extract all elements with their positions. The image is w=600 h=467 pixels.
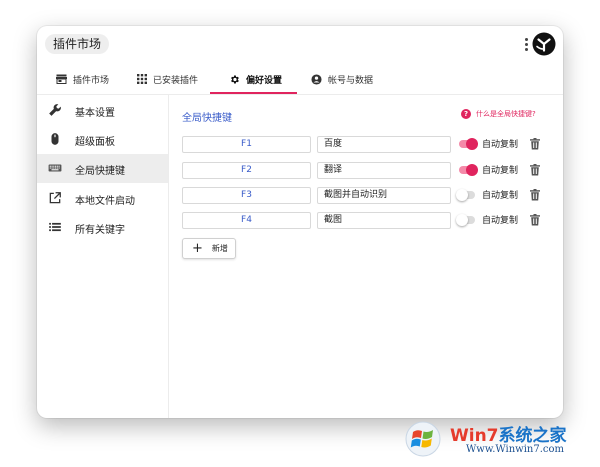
delete-icon[interactable]	[530, 138, 540, 150]
mouse-icon	[51, 133, 59, 145]
open-external-icon	[49, 192, 61, 204]
help-link-label: 什么是全局快捷键?	[476, 110, 536, 118]
more-menu-icon[interactable]	[523, 36, 529, 54]
shortcut-keyword-field[interactable]: 截图	[317, 212, 451, 229]
keyboard-icon	[48, 164, 62, 172]
sidebar-item-label: 全局快捷键	[75, 166, 125, 177]
watermark-url: Www.Winwin7.com	[466, 444, 564, 455]
sidebar-item-label: 超级面板	[75, 137, 115, 148]
shortcut-row: F3 截图并自动识别 自动复制	[182, 187, 542, 204]
sidebar-item-local-file-launch[interactable]: 本地文件启动	[37, 184, 168, 213]
tab-plugin-market[interactable]: 插件市场	[56, 64, 109, 94]
wrench-icon	[49, 104, 61, 116]
shortcut-keyword-field[interactable]: 翻译	[317, 162, 451, 179]
list-icon	[49, 222, 61, 232]
tab-label: 帐号与数据	[328, 75, 374, 86]
app-logo-icon[interactable]	[532, 32, 556, 56]
sidebar-item-label: 本地文件启动	[75, 196, 135, 207]
shortcut-row: F2 翻译 自动复制	[182, 162, 542, 179]
delete-icon[interactable]	[530, 164, 540, 176]
active-tab-indicator	[210, 92, 297, 94]
section-title: 全局快捷键	[182, 113, 232, 124]
shortcut-key-field[interactable]: F1	[182, 136, 311, 153]
auto-copy-toggle[interactable]	[456, 214, 475, 226]
gear-icon	[231, 74, 239, 84]
shortcut-row: F1 百度 自动复制	[182, 136, 542, 153]
shortcut-keyword-field[interactable]: 百度	[317, 136, 451, 153]
sidebar-item-label: 基本设置	[75, 108, 115, 119]
help-link[interactable]: ? 什么是全局快捷键?	[461, 109, 536, 119]
sidebar: 基本设置 超级面板 全局快捷键 本地文件启动 所有关键字	[37, 95, 169, 418]
plus-icon: +	[192, 241, 203, 256]
sidebar-item-label: 所有关键字	[75, 225, 125, 236]
auto-copy-toggle[interactable]	[459, 164, 478, 176]
auto-copy-toggle[interactable]	[456, 189, 475, 201]
tab-preferences[interactable]: 偏好设置	[229, 64, 282, 94]
watermark-brand-prefix: Win7	[450, 426, 499, 446]
sidebar-item-super-panel[interactable]: 超级面板	[37, 125, 168, 154]
auto-copy-toggle[interactable]	[459, 138, 478, 150]
sidebar-item-basic-settings[interactable]: 基本设置	[37, 96, 168, 125]
tab-installed-plugins[interactable]: 已安装插件	[137, 64, 198, 94]
app-title: 插件市场	[45, 34, 110, 54]
sidebar-item-global-shortcuts[interactable]: 全局快捷键	[37, 154, 168, 183]
shortcut-key-field[interactable]: F2	[182, 162, 311, 179]
add-shortcut-button[interactable]: + 新增	[182, 238, 236, 259]
tab-label: 偏好设置	[246, 75, 283, 86]
store-icon	[56, 74, 67, 84]
watermark-brand-suffix: 系统之家	[498, 426, 567, 446]
tab-label: 已安装插件	[153, 75, 199, 86]
shortcut-key-field[interactable]: F3	[182, 187, 311, 204]
auto-copy-label: 自动复制	[482, 166, 519, 176]
tab-account-data[interactable]: 帐号与数据	[311, 64, 373, 94]
shortcut-keyword-field[interactable]: 截图并自动识别	[317, 187, 451, 204]
watermark-brand: Win7系统之家	[450, 421, 567, 446]
tab-bar: 插件市场 已安装插件 偏好设置 帐号与数据	[37, 64, 563, 95]
account-icon	[311, 73, 322, 85]
help-icon: ?	[461, 109, 471, 119]
sidebar-item-all-keywords[interactable]: 所有关键字	[37, 213, 168, 242]
add-button-label: 新增	[211, 244, 228, 253]
tab-label: 插件市场	[73, 75, 110, 86]
watermark-windows-logo-icon	[405, 421, 441, 457]
delete-icon[interactable]	[530, 189, 540, 201]
delete-icon[interactable]	[530, 214, 540, 226]
grid-icon	[137, 74, 147, 84]
auto-copy-label: 自动复制	[482, 191, 519, 201]
auto-copy-label: 自动复制	[482, 140, 519, 150]
shortcut-row: F4 截图 自动复制	[182, 212, 542, 229]
auto-copy-label: 自动复制	[482, 216, 519, 226]
app-window: 插件市场 插件市场 已安装插件 偏好设置 帐号与数据 基本设置 超级面板 全局快…	[37, 26, 563, 418]
shortcut-key-field[interactable]: F4	[182, 212, 311, 229]
